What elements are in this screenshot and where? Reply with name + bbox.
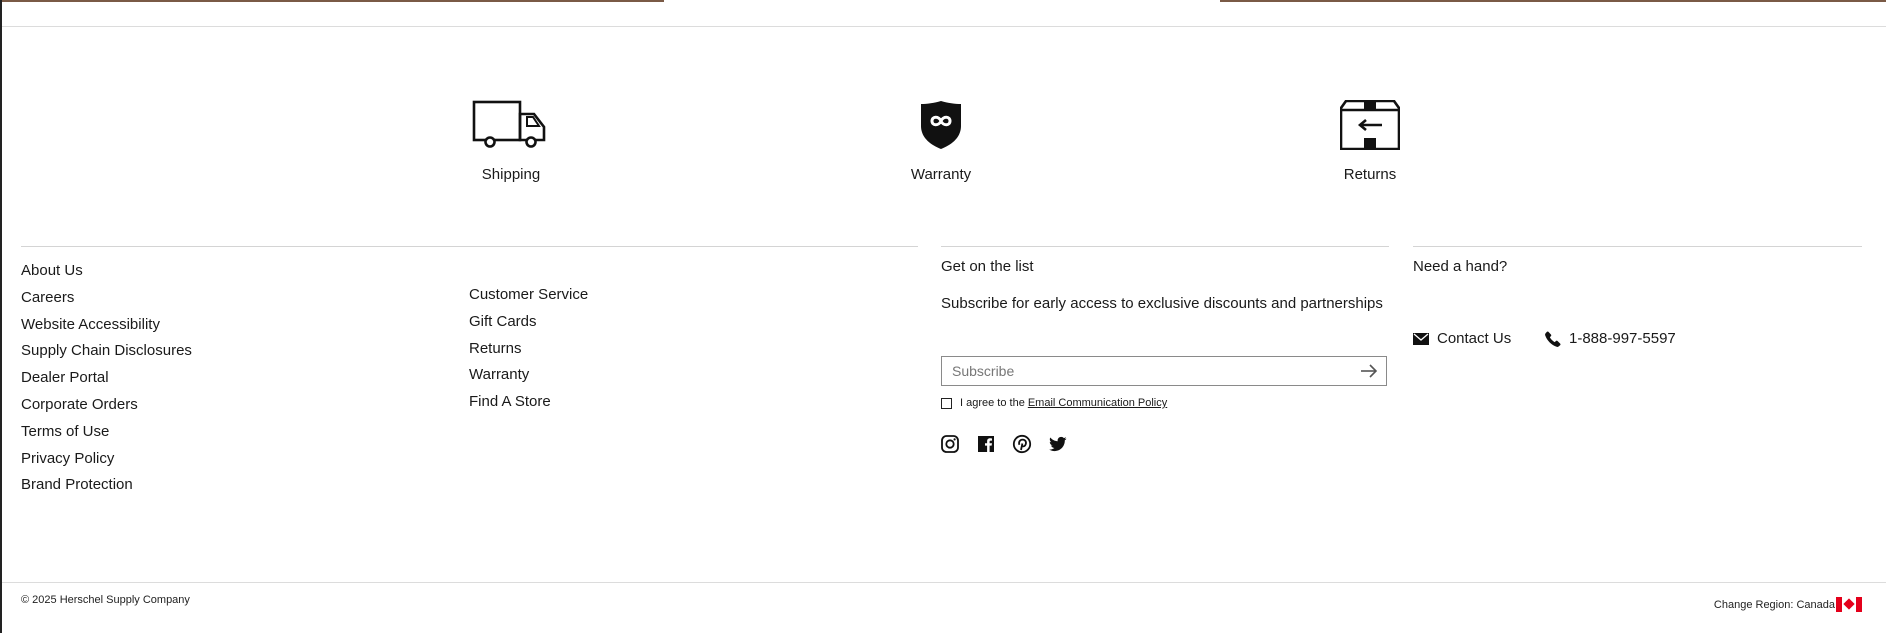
email-policy-link[interactable]: Email Communication Policy [1028, 397, 1167, 409]
newsletter-title: Get on the list [941, 258, 1034, 275]
footer-link-careers[interactable]: Careers [21, 288, 192, 315]
footer-link-brand-protection[interactable]: Brand Protection [21, 475, 192, 502]
divider [2, 26, 1886, 27]
footer-link-corporate-orders[interactable]: Corporate Orders [21, 395, 192, 422]
divider [21, 246, 918, 247]
feature-returns[interactable]: Returns [1290, 96, 1450, 183]
divider [941, 246, 1389, 247]
banner-image-edge [1220, 0, 1886, 2]
instagram-icon[interactable] [940, 434, 960, 454]
feature-label: Warranty [910, 166, 972, 183]
region-label: Change Region: Canada [1713, 598, 1835, 611]
footer-link-warranty[interactable]: Warranty [469, 365, 588, 392]
agree-checkbox[interactable] [941, 397, 952, 409]
contact-us-label: Contact Us [1437, 330, 1512, 347]
footer-link-terms-of-use[interactable]: Terms of Use [21, 422, 192, 449]
footer-link-supply-chain-disclosures[interactable]: Supply Chain Disclosures [21, 341, 192, 368]
footer-link-gift-cards[interactable]: Gift Cards [469, 312, 588, 339]
divider [1413, 246, 1862, 247]
copyright-text: © 2025 Herschel Supply Company [21, 594, 190, 606]
phone-link[interactable]: 1-888-997-5597 [1545, 330, 1676, 347]
contact-us-link[interactable]: Contact Us [1413, 330, 1511, 347]
feature-label: Returns [1343, 166, 1397, 183]
footer-link-privacy-policy[interactable]: Privacy Policy [21, 449, 192, 476]
phone-number: 1-888-997-5597 [1569, 330, 1676, 347]
divider [2, 582, 1886, 583]
footer-link-find-a-store[interactable]: Find A Store [469, 392, 588, 419]
subscribe-form [941, 356, 1387, 386]
feature-label: Shipping [481, 166, 541, 183]
twitter-icon[interactable] [1048, 434, 1068, 454]
feature-shipping[interactable]: Shipping [431, 96, 591, 183]
newsletter-description: Subscribe for early access to exclusive … [941, 295, 1383, 312]
arrow-right-icon[interactable] [1360, 363, 1378, 379]
subscribe-input[interactable] [942, 357, 1342, 385]
agree-text: I agree to the [960, 397, 1025, 409]
canada-flag-icon [1836, 597, 1862, 612]
change-region-link[interactable]: Change Region: Canada [1714, 597, 1862, 612]
agree-checkbox-row: I agree to the Email Communication Polic… [941, 397, 1167, 409]
help-title: Need a hand? [1413, 258, 1508, 275]
footer-link-website-accessibility[interactable]: Website Accessibility [21, 315, 192, 342]
footer-link-returns[interactable]: Returns [469, 339, 588, 366]
envelope-icon [1413, 332, 1429, 345]
feature-warranty[interactable]: Warranty [861, 96, 1021, 183]
footer-support-links: Customer Service Gift Cards Returns Warr… [469, 285, 588, 419]
left-border [0, 0, 2, 633]
truck-icon [431, 96, 591, 150]
pinterest-icon[interactable] [1012, 434, 1032, 454]
footer-link-about-us[interactable]: About Us [21, 261, 192, 288]
return-box-icon [1290, 96, 1450, 150]
footer-link-dealer-portal[interactable]: Dealer Portal [21, 368, 192, 395]
infinity-shield-icon [861, 96, 1021, 150]
facebook-icon[interactable] [976, 434, 996, 454]
phone-icon [1545, 331, 1561, 347]
banner-image-edge [2, 0, 664, 2]
footer-company-links: About Us Careers Website Accessibility S… [21, 261, 192, 502]
footer-link-customer-service[interactable]: Customer Service [469, 285, 588, 312]
